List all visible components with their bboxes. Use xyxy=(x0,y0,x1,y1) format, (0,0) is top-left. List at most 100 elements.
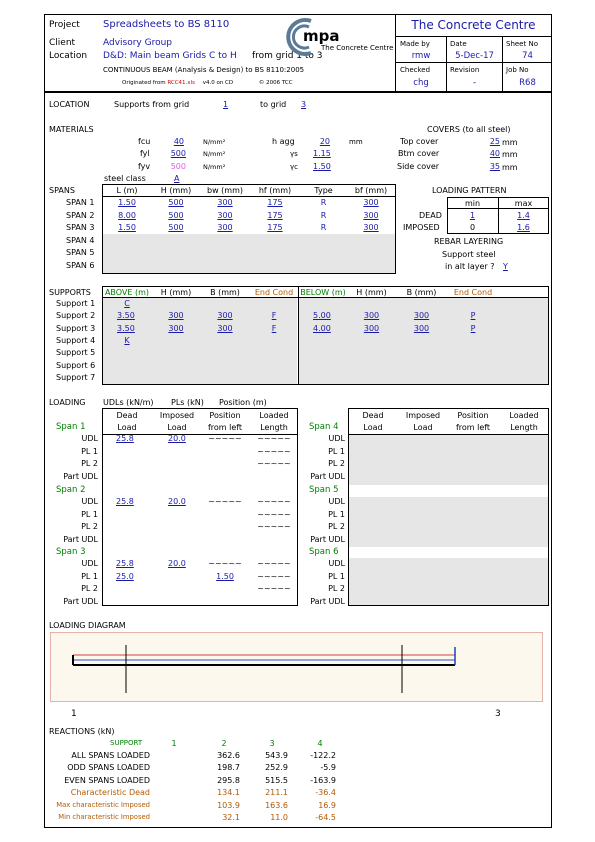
support-row-label: Support 5 xyxy=(56,348,96,358)
reaction-value: 163.6 xyxy=(265,800,288,810)
location-label: Location xyxy=(49,51,88,61)
fy-input[interactable]: 500 xyxy=(160,149,186,158)
loading-left-h1-3: Loaded xyxy=(259,411,289,420)
btm-cover-input[interactable]: 40 xyxy=(478,149,500,158)
gamma-s-input[interactable]: 1.15 xyxy=(313,149,331,158)
span-cell[interactable]: 300 xyxy=(200,198,250,207)
span-cell[interactable]: 1.50 xyxy=(103,198,151,207)
loading-cell: ~~~~~ xyxy=(257,522,291,532)
loading-cell[interactable]: 25.0 xyxy=(116,572,146,581)
loading-cell[interactable]: 25.8 xyxy=(116,559,146,568)
span-cell[interactable]: R xyxy=(300,198,347,207)
support-cell[interactable]: 300 xyxy=(396,324,447,333)
loading-cell[interactable]: 25.8 xyxy=(116,497,146,506)
reactions-title: REACTIONS (kN) xyxy=(49,727,115,736)
support-row-label: Support 2 xyxy=(56,311,96,321)
support-cell[interactable]: 300 xyxy=(152,311,200,320)
span-row-label: SPAN 6 xyxy=(66,261,95,270)
subtitle: CONTINUOUS BEAM (Analysis & Design) to B… xyxy=(103,66,305,74)
top-cover-input[interactable]: 25 xyxy=(478,137,500,146)
reaction-col-header: 2 xyxy=(221,739,227,748)
checked-value: chg xyxy=(413,78,429,88)
support-cell[interactable]: P xyxy=(447,311,499,320)
span-cell[interactable]: 500 xyxy=(152,198,200,207)
support-cell[interactable]: F xyxy=(250,324,298,333)
span-cell[interactable]: 500 xyxy=(152,211,200,220)
span-cell[interactable]: R xyxy=(300,223,347,232)
reaction-value: 198.7 xyxy=(217,763,240,773)
span-cell[interactable]: 1.50 xyxy=(103,223,151,232)
to-grid-input[interactable]: 3 xyxy=(301,100,306,109)
hagg-input[interactable]: 20 xyxy=(310,137,330,146)
rebar-title: REBAR LAYERING xyxy=(434,237,504,246)
loading-left-h1-0: Dead xyxy=(116,411,138,420)
from-grid-input[interactable]: 1 xyxy=(223,100,228,109)
support-row-label: Support 4 xyxy=(56,335,96,345)
support-cell[interactable]: 300 xyxy=(347,311,396,320)
dead-min-input[interactable]: 1 xyxy=(447,211,498,220)
support-cell[interactable]: 300 xyxy=(200,324,250,333)
support-cell[interactable]: 3.50 xyxy=(117,324,147,333)
support-cell[interactable]: F xyxy=(250,311,298,320)
imposed-max-input[interactable]: 1.6 xyxy=(498,223,549,232)
fcu-label: fcu xyxy=(138,137,151,146)
loading-row-label: PL 1 xyxy=(81,446,98,456)
loading-diagram-title: LOADING DIAGRAM xyxy=(49,621,126,630)
side-cover-input[interactable]: 35 xyxy=(478,162,500,171)
revision-value: - xyxy=(472,78,477,88)
fcu-input[interactable]: 40 xyxy=(160,137,184,146)
loading-row-label-right: UDL xyxy=(328,497,345,507)
support-cell[interactable]: 3.50 xyxy=(117,311,147,320)
support-cell[interactable]: 300 xyxy=(396,311,447,320)
dead-max-input[interactable]: 1.4 xyxy=(498,211,549,220)
span-cell[interactable]: 500 xyxy=(152,223,200,232)
loading-row-label: PL 2 xyxy=(81,584,98,594)
span-cell[interactable]: 8.00 xyxy=(103,211,151,220)
loading-right-h1-2: Position xyxy=(457,411,489,420)
loading-cell: ~~~~~ xyxy=(257,434,291,444)
loading-cell[interactable]: 25.8 xyxy=(116,434,146,443)
sheet-value: 74 xyxy=(522,51,533,61)
support-cell[interactable]: 4.00 xyxy=(313,324,343,333)
support-cell[interactable]: 300 xyxy=(200,311,250,320)
reaction-col-header: 1 xyxy=(171,739,177,748)
gamma-s-label: γs xyxy=(290,150,298,158)
loading-cell[interactable]: 20.0 xyxy=(168,434,198,443)
span-cell[interactable]: 175 xyxy=(250,211,300,220)
reaction-value: 295.8 xyxy=(217,775,240,785)
loading-cell: ~~~~~ xyxy=(257,571,291,581)
support-row-label: Support 3 xyxy=(56,323,96,333)
span-cell[interactable]: 300 xyxy=(347,211,395,220)
date-label: Date xyxy=(450,40,467,48)
steel-class-input[interactable]: A xyxy=(174,174,179,183)
support-cell[interactable]: 5.00 xyxy=(313,311,343,320)
support-cell[interactable]: 300 xyxy=(152,324,200,333)
loading-cell[interactable]: 1.50 xyxy=(200,572,250,581)
imposed-label: IMPOSED xyxy=(403,223,440,232)
span-cell[interactable]: R xyxy=(300,211,347,220)
gamma-c-input[interactable]: 1.50 xyxy=(313,162,331,171)
loading-row-label: Part UDL xyxy=(63,596,98,606)
span-cell[interactable]: 300 xyxy=(347,223,395,232)
max-label: max xyxy=(514,199,533,208)
loading-right-h1-0: Dead xyxy=(362,411,384,420)
loading-cell[interactable]: 20.0 xyxy=(168,497,198,506)
loading-row-label-right: PL 1 xyxy=(328,446,345,456)
span-row-label: SPAN 5 xyxy=(66,248,95,258)
loading-row-label-right: PL 2 xyxy=(328,584,345,594)
support-cell[interactable]: 300 xyxy=(347,324,396,333)
span-cell[interactable]: 175 xyxy=(250,223,300,232)
span-cell[interactable]: 300 xyxy=(200,211,250,220)
reaction-row-label: Max characteristic Imposed xyxy=(56,800,150,809)
support-cell[interactable]: C xyxy=(103,299,151,308)
span-cell[interactable]: 300 xyxy=(347,198,395,207)
rebar-alt-layer-input[interactable]: Y xyxy=(503,262,508,271)
span-cell[interactable]: 175 xyxy=(250,198,300,207)
reaction-value: -5.9 xyxy=(320,763,336,773)
span-cell[interactable]: 300 xyxy=(200,223,250,232)
support-cell[interactable]: K xyxy=(103,336,151,345)
loading-left-h2-1: Load xyxy=(167,423,187,432)
loading-cell[interactable]: 20.0 xyxy=(168,559,198,568)
loading-left-h1-1: Imposed xyxy=(159,411,195,420)
support-cell[interactable]: P xyxy=(447,324,499,333)
